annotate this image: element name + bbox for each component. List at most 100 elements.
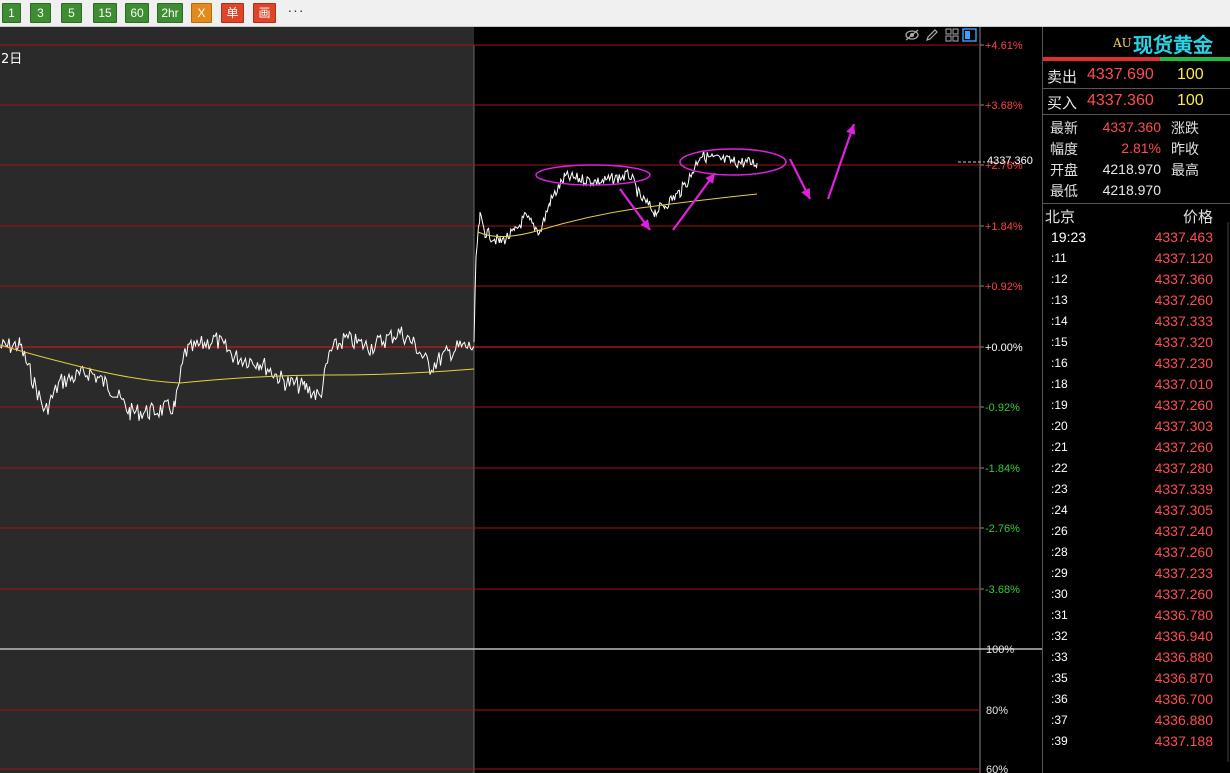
stat-value: 4218.970	[1102, 182, 1161, 198]
tick-price: 4336.870	[1154, 670, 1213, 686]
previous-day-area	[0, 27, 474, 773]
price-axis-label: -3.68%	[985, 584, 1020, 596]
arrow-up-head	[846, 124, 856, 135]
tick-row: :11 4337.120	[1043, 248, 1230, 269]
tick-row: 19:23 4337.463	[1043, 227, 1230, 248]
stat-label: 开盘	[1050, 163, 1078, 179]
period-button-6[interactable]: X	[191, 3, 212, 23]
tick-row: :19 4337.260	[1043, 395, 1230, 416]
stat-row: 最低 4218.970	[1043, 180, 1230, 201]
tick-price: 4337.305	[1154, 502, 1213, 518]
tick-time: :14	[1051, 314, 1068, 328]
price-axis-label: -0.92%	[985, 402, 1020, 414]
last-price-marker: 4337.360	[987, 155, 1033, 167]
tick-row: :14 4337.333	[1043, 311, 1230, 332]
tick-price: 4337.280	[1154, 460, 1213, 476]
buy-row: 买入 4337.360 100	[1043, 89, 1230, 113]
eye-icon[interactable]	[904, 28, 920, 45]
tick-row: :18 4337.010	[1043, 374, 1230, 395]
tick-price: 4337.230	[1154, 355, 1213, 371]
volume-axis-label: 60%	[986, 764, 1008, 773]
price-axis-label: +4.61%	[985, 40, 1023, 52]
period-button-4[interactable]: 60	[125, 3, 149, 23]
window-icon[interactable]	[962, 28, 978, 45]
tick-time: :16	[1051, 356, 1068, 370]
tick-time: :37	[1051, 713, 1068, 727]
tick-price: 4336.780	[1154, 607, 1213, 623]
tick-list-scrollbar[interactable]	[1227, 222, 1229, 762]
tick-price: 4337.360	[1154, 271, 1213, 287]
instrument-name: 现货黄金	[1133, 33, 1213, 57]
volume-axis-label: 100%	[986, 644, 1014, 656]
more-button[interactable]: ···	[286, 1, 306, 19]
tick-price: 4337.010	[1154, 376, 1213, 392]
tick-list[interactable]: 19:23 4337.463:11 4337.120:12 4337.360:13 43…	[1043, 227, 1230, 752]
ticks-header-price: 价格	[1182, 208, 1213, 226]
price-axis-label: +0.00%	[985, 342, 1023, 354]
tick-time: :18	[1051, 377, 1068, 391]
instrument-title: AU 现货黄金	[1043, 27, 1230, 57]
sell-label: 卖出	[1047, 68, 1078, 86]
tick-time: :20	[1051, 419, 1068, 433]
stat-value: 2.81%	[1121, 140, 1161, 156]
period-button-7[interactable]: 单	[221, 3, 244, 23]
stat-row: 最新 4337.360 涨跌	[1043, 117, 1230, 138]
price-axis-label: -2.76%	[985, 523, 1020, 535]
buy-sell-ratio-bar	[1043, 57, 1230, 61]
tick-time: :15	[1051, 335, 1068, 349]
stat-right-label: 最高	[1171, 163, 1199, 179]
tick-row: :24 4337.305	[1043, 500, 1230, 521]
tick-price: 4337.260	[1154, 292, 1213, 308]
sell-volume: 100	[1177, 66, 1204, 83]
tick-time: :22	[1051, 461, 1068, 475]
price-axis-label: -1.84%	[985, 463, 1020, 475]
intraday-chart[interactable]: +4.61% +3.68% +2.76% +1.84% +0.92% +0.00% -0.9…	[0, 27, 1042, 773]
period-button-3[interactable]: 15	[93, 3, 117, 23]
tick-price: 4337.233	[1154, 565, 1213, 581]
tick-price: 4337.260	[1154, 544, 1213, 560]
pencil-icon[interactable]	[924, 28, 940, 45]
period-button-1[interactable]: 3	[30, 3, 51, 23]
tick-price: 4337.120	[1154, 250, 1213, 266]
period-button-8[interactable]: 画	[253, 3, 276, 23]
stat-row: 幅度 2.81% 昨收	[1043, 138, 1230, 159]
volume-axis-label: 80%	[986, 705, 1008, 717]
arrow-down-head	[640, 219, 650, 230]
stat-value: 4218.970	[1102, 161, 1161, 177]
buy-price: 4337.360	[1087, 92, 1154, 109]
tick-price: 4337.463	[1154, 229, 1213, 245]
quote-panel: AU 现货黄金 卖出 4337.690 100 买入 4337.360 100 …	[1042, 27, 1230, 773]
stat-label: 最低	[1050, 184, 1078, 200]
tick-price: 4336.880	[1154, 712, 1213, 728]
sell-price: 4337.690	[1087, 66, 1154, 83]
tick-row: :33 4336.880	[1043, 647, 1230, 668]
period-button-5[interactable]: 2hr	[157, 3, 183, 23]
stat-right-label: 昨收	[1171, 142, 1199, 158]
tick-time: :36	[1051, 692, 1068, 706]
tick-time: :33	[1051, 650, 1068, 664]
tick-time: :32	[1051, 629, 1068, 643]
tick-time: :19	[1051, 398, 1068, 412]
price-line-today	[473, 150, 758, 343]
grid-icon[interactable]	[944, 28, 960, 45]
tick-price: 4337.320	[1154, 334, 1213, 350]
avg-line-today	[477, 193, 758, 238]
stat-value: 4337.360	[1102, 119, 1161, 135]
tick-row: :21 4337.260	[1043, 437, 1230, 458]
tick-time: :13	[1051, 293, 1068, 307]
tick-price: 4337.260	[1154, 586, 1213, 602]
stat-right-label: 涨跌	[1171, 121, 1199, 137]
period-button-0[interactable]: 1	[2, 3, 21, 23]
price-axis-label: +3.68%	[985, 100, 1023, 112]
tick-row: :22 4337.280	[1043, 458, 1230, 479]
tick-time: :28	[1051, 545, 1068, 559]
period-button-2[interactable]: 5	[61, 3, 82, 23]
arrow-up	[672, 172, 716, 231]
tick-time: :24	[1051, 503, 1068, 517]
tick-time: :11	[1051, 251, 1067, 265]
tick-price: 4337.260	[1154, 397, 1213, 413]
arrow-up	[826, 123, 856, 200]
arrow-up-head	[705, 173, 715, 184]
tick-row: :20 4337.303	[1043, 416, 1230, 437]
stat-row: 开盘 4218.970 最高	[1043, 159, 1230, 180]
